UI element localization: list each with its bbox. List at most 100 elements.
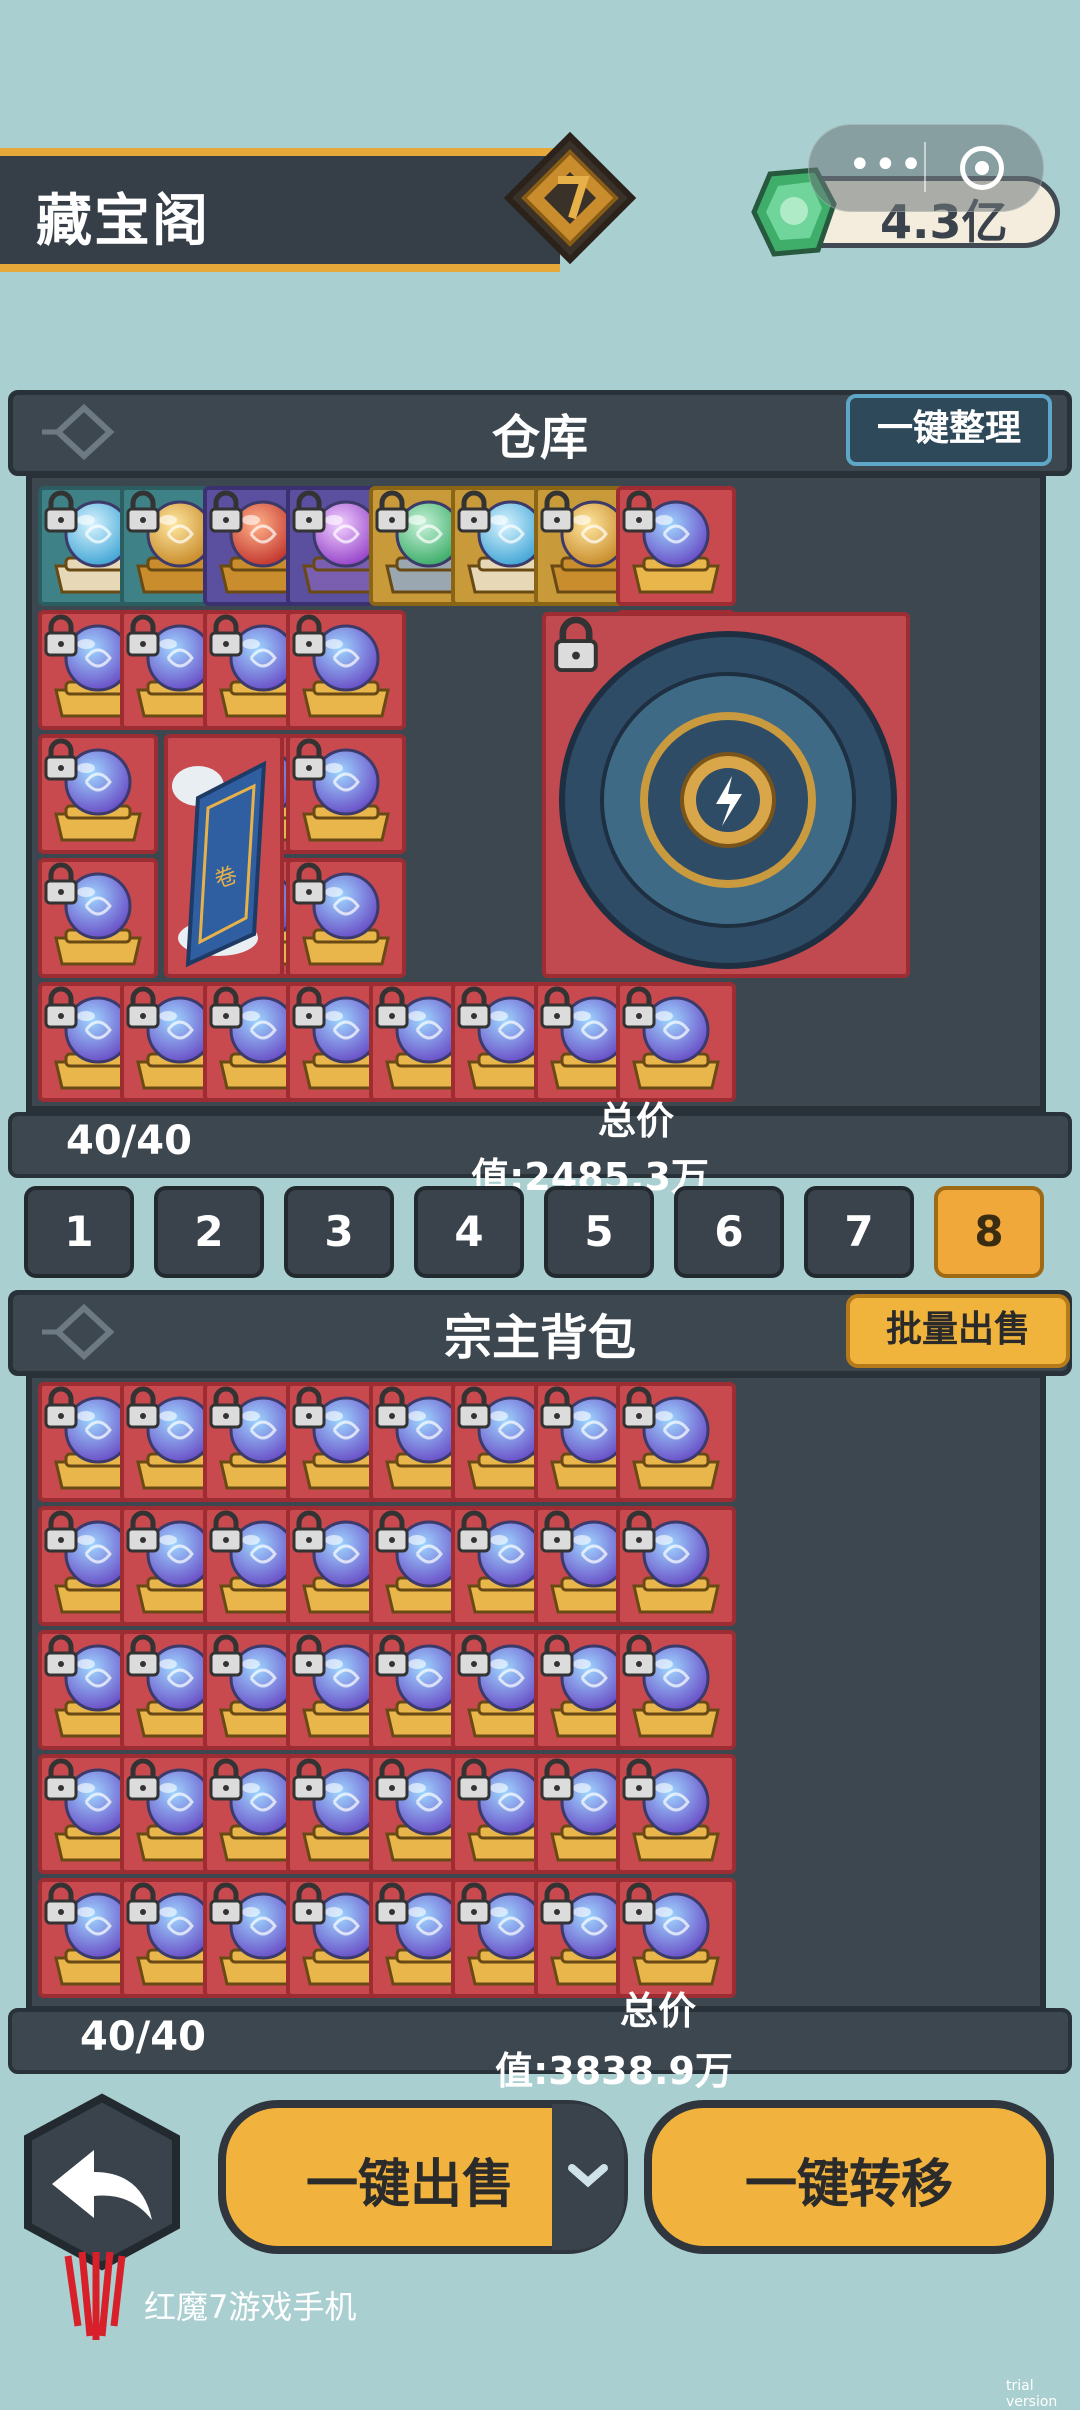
backpack-total-value: 值:3838.9万: [495, 2049, 733, 2093]
backpack-item-cell[interactable]: [616, 1506, 736, 1626]
lock-icon: [292, 490, 326, 533]
warehouse-item-cell[interactable]: [286, 734, 406, 854]
lock-icon: [540, 1634, 574, 1677]
lock-icon: [126, 1386, 160, 1429]
page-tab-2[interactable]: 2: [154, 1186, 264, 1278]
lock-icon: [126, 1510, 160, 1553]
lock-icon: [457, 490, 491, 533]
warehouse-item-cell[interactable]: [616, 486, 736, 606]
lock-icon: [457, 1386, 491, 1429]
lock-icon: [554, 616, 598, 673]
lock-icon: [292, 1386, 326, 1429]
lock-icon: [540, 1386, 574, 1429]
sell-all-label: 一键出售: [305, 2155, 514, 2215]
lock-icon: [209, 1882, 243, 1925]
lock-icon: [540, 1758, 574, 1801]
lock-icon: [44, 614, 78, 657]
capsule-divider: [924, 142, 926, 192]
lock-icon: [292, 1882, 326, 1925]
lock-icon: [375, 1758, 409, 1801]
lock-icon: [622, 986, 656, 1029]
more-menu-button[interactable]: •••: [848, 142, 925, 188]
sell-options-dropdown[interactable]: [552, 2104, 624, 2250]
lock-icon: [292, 738, 326, 781]
lock-icon: [622, 1386, 656, 1429]
lock-icon: [292, 614, 326, 657]
lock-icon: [209, 614, 243, 657]
backpack-total-label: 总价: [619, 1989, 696, 2033]
lock-icon: [292, 1510, 326, 1553]
lock-icon: [540, 1510, 574, 1553]
lock-icon: [622, 490, 656, 533]
lock-icon: [209, 1758, 243, 1801]
warehouse-total-label: 总价: [597, 1099, 674, 1143]
lock-icon: [375, 1386, 409, 1429]
lock-icon: [292, 986, 326, 1029]
lock-icon: [457, 1758, 491, 1801]
lock-icon: [44, 1634, 78, 1677]
lock-icon: [209, 1510, 243, 1553]
lock-icon: [375, 986, 409, 1029]
compass-disc-cell[interactable]: [542, 612, 910, 978]
transfer-all-label: 一键转移: [744, 2155, 953, 2215]
lock-icon: [457, 986, 491, 1029]
lock-icon: [126, 614, 160, 657]
backpack-item-cell[interactable]: [616, 1754, 736, 1874]
lock-icon: [44, 1386, 78, 1429]
lock-icon: [540, 490, 574, 533]
lock-icon: [126, 986, 160, 1029]
lock-icon: [209, 986, 243, 1029]
lock-icon: [126, 1634, 160, 1677]
page-tab-3[interactable]: 3: [284, 1186, 394, 1278]
lock-icon: [292, 1634, 326, 1677]
chevron-down-icon: [568, 2164, 608, 2188]
tidy-button[interactable]: 一键整理: [846, 394, 1052, 466]
lock-icon: [457, 1882, 491, 1925]
page-tab-8[interactable]: 8: [934, 1186, 1044, 1278]
lock-icon: [622, 1882, 656, 1925]
batch-sell-button[interactable]: 批量出售: [846, 1294, 1070, 1368]
lock-icon: [44, 1882, 78, 1925]
lock-icon: [457, 1634, 491, 1677]
page-tab-5[interactable]: 5: [544, 1186, 654, 1278]
mini-program-capsule: [808, 124, 1044, 212]
back-arrow-icon[interactable]: [12, 2092, 192, 2272]
lock-icon: [622, 1634, 656, 1677]
lock-icon: [540, 1882, 574, 1925]
lock-icon: [540, 986, 574, 1029]
scroll-item-cell[interactable]: 卷: [164, 734, 284, 978]
lock-icon: [209, 490, 243, 533]
lock-icon: [375, 490, 409, 533]
close-target-icon[interactable]: [960, 146, 1004, 190]
trial-watermark: trial version: [1006, 2378, 1058, 2410]
page-tab-4[interactable]: 4: [414, 1186, 524, 1278]
lock-icon: [44, 862, 78, 905]
warehouse-item-cell[interactable]: [286, 610, 406, 730]
page-tab-7[interactable]: 7: [804, 1186, 914, 1278]
lock-icon: [292, 1758, 326, 1801]
page-tab-6[interactable]: 6: [674, 1186, 784, 1278]
scroll-icon: 卷: [172, 760, 267, 968]
backpack-count: 40/40: [80, 2014, 206, 2060]
backpack-item-cell[interactable]: [616, 1630, 736, 1750]
warehouse-item-cell[interactable]: [286, 858, 406, 978]
warehouse-count: 40/40: [66, 1118, 192, 1164]
warehouse-item-cell[interactable]: [616, 982, 736, 1102]
lock-icon: [457, 1510, 491, 1553]
lock-icon: [44, 986, 78, 1029]
lock-icon: [126, 1882, 160, 1925]
lock-icon: [375, 1634, 409, 1677]
lock-icon: [209, 1386, 243, 1429]
warehouse-item-cell[interactable]: [38, 858, 158, 978]
warehouse-item-cell[interactable]: [38, 734, 158, 854]
page-tab-1[interactable]: 1: [24, 1186, 134, 1278]
lock-icon: [126, 490, 160, 533]
lock-icon: [44, 738, 78, 781]
backpack-item-cell[interactable]: [616, 1382, 736, 1502]
lock-icon: [622, 1510, 656, 1553]
lock-icon: [622, 1758, 656, 1801]
lock-icon: [44, 1758, 78, 1801]
banner-emblem-icon: [503, 131, 637, 265]
lock-icon: [209, 1634, 243, 1677]
lock-icon: [375, 1510, 409, 1553]
